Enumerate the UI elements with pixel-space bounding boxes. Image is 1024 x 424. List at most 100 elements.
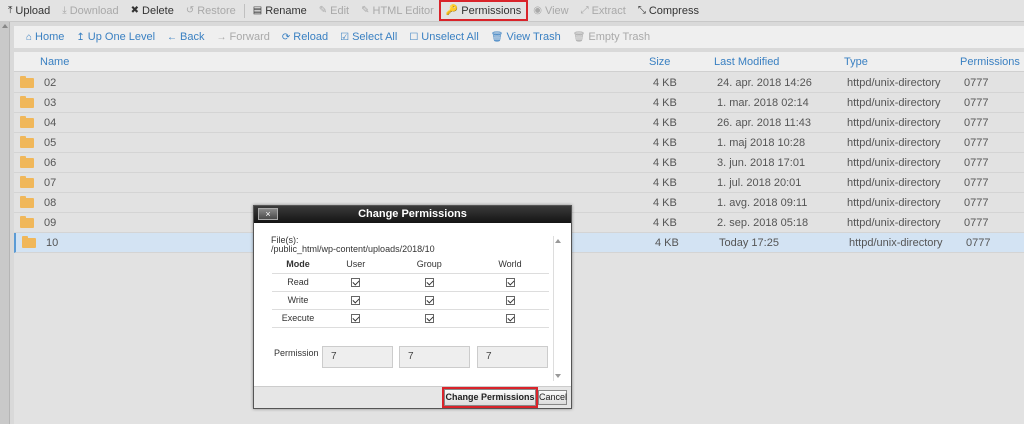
checkbox-checked-icon: ☑ — [340, 31, 350, 43]
file-type: httpd/unix-directory — [847, 137, 941, 149]
file-last-modified: 3. jun. 2018 17:01 — [717, 157, 806, 169]
file-permissions: 0777 — [964, 117, 989, 129]
back-button[interactable]: ← Back — [161, 27, 210, 47]
trash-empty-icon: 🗑 — [572, 31, 586, 43]
extract-button[interactable]: ⤢ Extract — [575, 1, 632, 21]
delete-icon: ✖ — [130, 5, 140, 16]
column-last-modified[interactable]: Last Modified — [714, 56, 779, 68]
scroll-up-arrow-icon[interactable] — [2, 24, 8, 28]
file-type: httpd/unix-directory — [847, 197, 941, 209]
file-name: 07 — [44, 177, 57, 189]
empty-trash-button[interactable]: 🗑 Empty Trash — [567, 27, 656, 47]
folder-icon — [20, 96, 34, 108]
file-size: 4 KB — [653, 137, 677, 149]
world-permission-field[interactable]: 7 — [477, 346, 548, 368]
pencil-icon: ✎ — [318, 5, 328, 16]
view-trash-button[interactable]: 🗑 View Trash — [485, 27, 567, 47]
restore-button[interactable]: ↺ Restore — [180, 1, 242, 21]
select-all-button[interactable]: ☑ Select All — [334, 27, 403, 47]
group-permission-field[interactable]: 7 — [399, 346, 470, 368]
write-user-checkbox[interactable] — [351, 296, 361, 306]
expand-icon: ⤢ — [580, 5, 589, 16]
upload-icon: ⤒ — [8, 5, 13, 16]
change-permissions-dialog: Change Permissions × File(s): /public_ht… — [253, 205, 572, 409]
arrow-left-icon: ← — [167, 31, 178, 43]
table-row[interactable]: 02 4 KB 24. apr. 2018 14:26 httpd/unix-dire… — [14, 73, 1024, 93]
dialog-footer: Change Permissions Cancel — [254, 386, 571, 408]
home-icon: ⌂ — [26, 31, 33, 43]
toolbar-divider — [243, 3, 245, 18]
column-size[interactable]: Size — [649, 56, 670, 68]
table-row[interactable]: 05 4 KB 1. maj 2018 10:28 httpd/unix-direct… — [14, 133, 1024, 153]
dialog-title: Change Permissions — [254, 206, 571, 223]
eye-icon: ◉ — [533, 5, 542, 16]
close-icon[interactable]: × — [258, 208, 278, 220]
world-header: World — [471, 255, 549, 274]
file-size: 4 KB — [653, 217, 677, 229]
read-group-checkbox[interactable] — [424, 278, 434, 288]
file-size: 4 KB — [653, 197, 677, 209]
file-type: httpd/unix-directory — [847, 157, 941, 169]
download-icon: ⤓ — [62, 5, 67, 16]
dialog-scrollbar[interactable] — [553, 236, 561, 381]
file-name: 04 — [44, 117, 57, 129]
permissions-button[interactable]: 🔑 Permissions — [438, 0, 529, 21]
view-button[interactable]: ◉ View — [527, 1, 574, 21]
unselect-all-button[interactable]: ☐ Unselect All — [403, 27, 484, 47]
read-label: Read — [272, 273, 324, 292]
compress-button[interactable]: ⤡ Compress — [632, 1, 705, 21]
column-name[interactable]: Name — [40, 56, 69, 68]
cancel-button[interactable]: Cancel — [538, 390, 567, 405]
table-row[interactable]: 03 4 KB 1. mar. 2018 02:14 httpd/unix-direc… — [14, 93, 1024, 113]
read-world-checkbox[interactable] — [505, 278, 515, 288]
up-one-level-button[interactable]: ↥ Up One Level — [70, 27, 161, 47]
file-size: 4 KB — [653, 77, 677, 89]
forward-button[interactable]: → Forward — [211, 27, 276, 47]
execute-group-checkbox[interactable] — [424, 314, 434, 324]
left-scrollbar[interactable] — [0, 22, 10, 424]
file-name: 02 — [44, 77, 57, 89]
execute-world-checkbox[interactable] — [505, 314, 515, 324]
key-icon: 🔑 — [445, 5, 459, 16]
delete-button[interactable]: ✖ Delete — [125, 1, 180, 21]
file-last-modified: Today 17:25 — [719, 237, 779, 249]
file-size: 4 KB — [653, 157, 677, 169]
execute-label: Execute — [272, 309, 324, 328]
file-name: 03 — [44, 97, 57, 109]
table-row[interactable]: 07 4 KB 1. jul. 2018 20:01 httpd/unix-direc… — [14, 173, 1024, 193]
file-name: 06 — [44, 157, 57, 169]
home-button[interactable]: ⌂ Home — [20, 27, 70, 47]
reload-icon: ⟳ — [281, 31, 291, 43]
file-last-modified: 1. maj 2018 10:28 — [717, 137, 806, 149]
folder-icon — [20, 196, 34, 208]
html-editor-button[interactable]: ✎ HTML Editor — [355, 1, 440, 21]
user-header: User — [324, 255, 388, 274]
column-type[interactable]: Type — [844, 56, 868, 68]
file-type: httpd/unix-directory — [847, 77, 941, 89]
user-permission-field[interactable]: 7 — [322, 346, 393, 368]
rename-button[interactable]: ▤ Rename — [247, 1, 313, 21]
column-permissions[interactable]: Permissions — [960, 56, 1020, 68]
execute-user-checkbox[interactable] — [351, 314, 361, 324]
table-row[interactable]: 06 4 KB 3. jun. 2018 17:01 httpd/unix-direc… — [14, 153, 1024, 173]
dialog-body: File(s): /public_html/wp-content/uploads… — [254, 223, 571, 386]
scroll-down-arrow-icon[interactable] — [555, 374, 561, 378]
file-permissions: 0777 — [964, 137, 989, 149]
write-group-checkbox[interactable] — [424, 296, 434, 306]
scroll-up-arrow-icon[interactable] — [555, 239, 561, 243]
download-button[interactable]: ⤓ Download — [56, 1, 124, 21]
read-user-checkbox[interactable] — [351, 278, 361, 288]
change-permissions-button[interactable]: Change Permissions — [442, 387, 538, 408]
group-header: Group — [387, 255, 472, 274]
upload-button[interactable]: ⤒ Upload — [2, 1, 56, 21]
write-world-checkbox[interactable] — [505, 296, 515, 306]
navigation-toolbar: ⌂ Home ↥ Up One Level ← Back → Forward ⟳ Relo… — [14, 26, 1024, 48]
file-type: httpd/unix-directory — [847, 217, 941, 229]
file-name: 10 — [46, 237, 59, 249]
reload-button[interactable]: ⟳ Reload — [276, 27, 334, 47]
level-up-icon: ↥ — [76, 31, 85, 43]
edit-button[interactable]: ✎ Edit — [313, 1, 355, 21]
table-row[interactable]: 04 4 KB 26. apr. 2018 11:43 httpd/unix-dire… — [14, 113, 1024, 133]
compress-icon: ⤡ — [637, 5, 646, 16]
file-permissions: 0777 — [964, 177, 989, 189]
